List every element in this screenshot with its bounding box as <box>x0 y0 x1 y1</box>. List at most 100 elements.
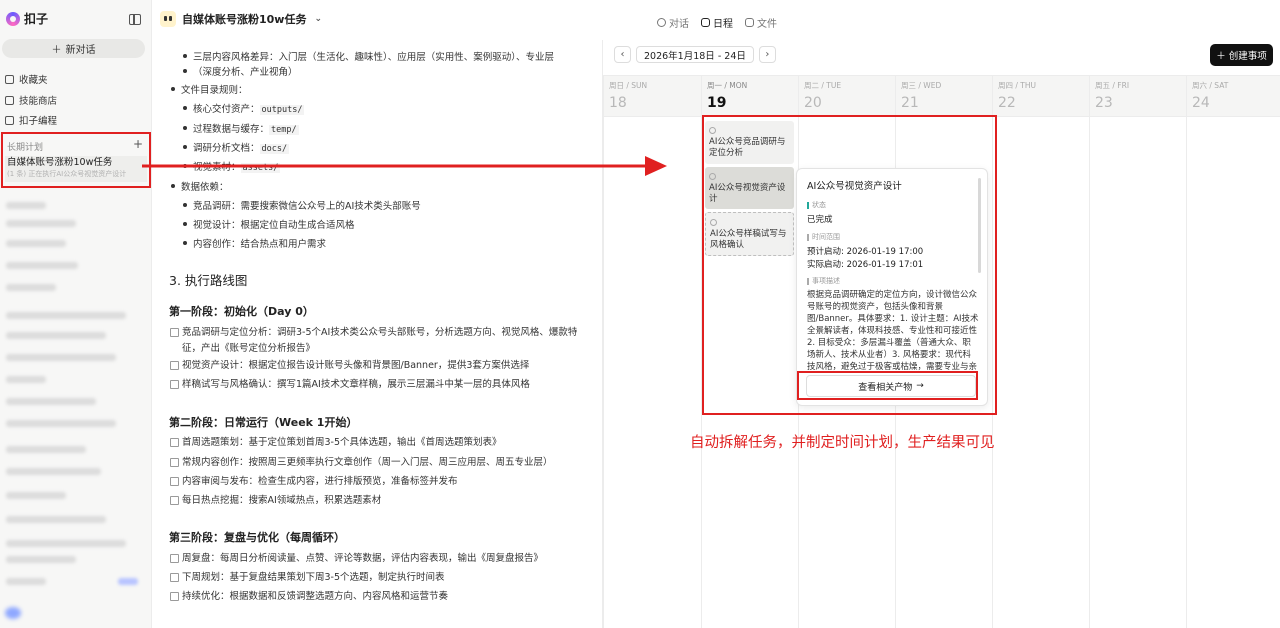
phase-heading: 第三阶段：复盘与优化（每周循环） <box>169 531 345 544</box>
checkbox[interactable] <box>170 554 179 563</box>
checkbox[interactable] <box>170 361 179 370</box>
checkbox[interactable] <box>170 380 179 389</box>
blurred-history-item[interactable] <box>6 540 126 547</box>
folder-icon <box>745 18 754 27</box>
inline-code: outputs/ <box>259 105 305 115</box>
task-checkbox-item[interactable]: 周复盘：每周日分析阅读量、点赞、评论等数据，评估内容表现，输出《周复盘报告》 <box>170 551 543 567</box>
store-icon <box>5 95 14 105</box>
blurred-history-item[interactable] <box>6 578 46 585</box>
day-number: 21 <box>901 95 919 111</box>
create-event-label: 创建事项 <box>1228 51 1267 62</box>
day-number: 23 <box>1095 95 1113 111</box>
user-avatar[interactable] <box>5 607 21 619</box>
next-week-button[interactable]: › <box>758 46 776 63</box>
checkbox[interactable] <box>170 438 179 447</box>
task-checkbox-item[interactable]: 内容审阅与发布：检查生成内容，进行排版预览，准备标签并发布 <box>170 474 458 490</box>
chat-bubble-icon <box>657 18 666 27</box>
task-checkbox-item[interactable]: 每日热点挖掘：搜索AI领域热点，积累选题素材 <box>170 493 381 509</box>
blurred-history-item[interactable] <box>6 446 86 453</box>
task-checkbox-item[interactable]: 样稿试写与风格确认：撰写1篇AI技术文章样稿，展示三层漏斗中某一层的具体风格 <box>170 377 530 393</box>
blurred-history-item[interactable] <box>6 332 106 339</box>
long-term-plan-highlight: 长期计划 + 自媒体账号涨粉10w任务 (1 条) 正在执行AI公众号视觉资产设… <box>1 132 151 188</box>
checkbox[interactable] <box>170 496 179 505</box>
blurred-history-item[interactable] <box>6 312 126 319</box>
task-text: 竞品调研与定位分析：调研3-5个AI技术类公众号头部账号，分析选题方向、视觉风格… <box>182 327 578 354</box>
tab-files[interactable]: 文件 <box>745 15 777 30</box>
checkbox[interactable] <box>170 573 179 582</box>
task-title: 自媒体账号涨粉10w任务 <box>182 13 307 26</box>
blurred-history-item[interactable] <box>6 468 101 475</box>
task-checkbox-item[interactable]: 下周规划：基于复盘结果策划下周3-5个选题，制定执行时间表 <box>170 570 445 586</box>
tab-label: 日程 <box>713 19 733 30</box>
task-checkbox-item[interactable]: 常规内容创作：按照周三更频率执行文章创作（周一入门层、周三应用层、周五专业层） <box>170 455 553 471</box>
coze-logo-icon <box>6 11 20 26</box>
sidebar-collapse-icon[interactable] <box>129 14 141 25</box>
day-column-fri[interactable]: 周五 / FRI 23 <box>1089 75 1186 628</box>
bullet-item: 三层内容风格差异：入门层（生活化、趣味性）、应用层（实用性、案例驱动）、专业层 <box>182 49 554 63</box>
task-text: 首周选题策划：基于定位策划首周3-5个具体选题，输出《首周选题策划表》 <box>182 437 502 448</box>
sidebar-item-skill-store[interactable]: 技能商店 <box>5 93 57 107</box>
brand-name: 扣子 <box>24 12 49 26</box>
task-title-dropdown[interactable]: 自媒体账号涨粉10w任务 ⌄ <box>160 11 322 27</box>
date-range-button[interactable]: 2026年1月18日 - 24日 <box>636 46 754 63</box>
blurred-history-item[interactable] <box>6 398 96 405</box>
blurred-history-item[interactable] <box>6 420 116 427</box>
day-name: 周一 / MON <box>707 81 748 90</box>
task-text: 常规内容创作：按照周三更频率执行文章创作（周一入门层、周三应用层、周五专业层） <box>182 457 553 468</box>
button-highlight-box <box>797 371 978 400</box>
task-checkbox-item[interactable]: 首周选题策划：基于定位策划首周3-5个具体选题，输出《首周选题策划表》 <box>170 435 502 451</box>
bullet-item: 内容创作：结合热点和用户需求 <box>182 236 326 250</box>
code-icon <box>5 115 14 125</box>
bullet-item: 竞品调研：需要搜索微信公众号上的AI技术类头部账号 <box>183 198 421 212</box>
task-checkbox-item[interactable]: 持续优化：根据数据和反馈调整选题方向、内容风格和运营节奏 <box>170 589 448 605</box>
blurred-history-item[interactable] <box>6 240 66 247</box>
bullet-item: 文件目录规则： <box>171 82 248 96</box>
blurred-history-item[interactable] <box>6 354 116 361</box>
day-column-sat[interactable]: 周六 / SAT 24 <box>1186 75 1280 628</box>
sidebar: 扣子 ＋ 新对话 收藏夹 技能商店 扣子编程 长期计划 + 自媒体账号涨粉10w… <box>0 0 152 628</box>
checkbox[interactable] <box>170 592 179 601</box>
task-text: 周复盘：每周日分析阅读量、点赞、评论等数据，评估内容表现，输出《周复盘报告》 <box>182 553 544 564</box>
section-heading: 3. 执行路线图 <box>169 273 248 288</box>
blurred-history-item[interactable] <box>6 516 106 523</box>
day-column-thu[interactable]: 周四 / THU 22 <box>992 75 1089 628</box>
sidebar-item-favorites[interactable]: 收藏夹 <box>5 72 48 86</box>
blurred-history-item[interactable] <box>6 284 56 291</box>
plan-item[interactable]: 自媒体账号涨粉10w任务 (1 条) 正在执行AI公众号视觉资产设计 <box>5 156 147 182</box>
blurred-history-item[interactable] <box>6 262 78 269</box>
checkbox[interactable] <box>170 477 179 486</box>
task-checkbox-item[interactable]: 竞品调研与定位分析：调研3-5个AI技术类公众号头部账号，分析选题方向、视觉风格… <box>170 325 590 357</box>
phase-heading: 第一阶段：初始化（Day 0） <box>169 305 314 318</box>
prev-week-button[interactable]: ‹ <box>614 46 631 63</box>
create-event-button[interactable]: ＋ 创建事项 <box>1210 44 1273 66</box>
sidebar-item-label: 技能商店 <box>19 96 58 107</box>
blurred-history-item[interactable] <box>6 492 66 499</box>
topbar: 自媒体账号涨粉10w任务 ⌄ 对话 日程 文件 <box>152 0 1280 40</box>
brand[interactable]: 扣子 <box>6 10 48 27</box>
tab-label: 文件 <box>757 19 777 30</box>
sidebar-item-coze-coding[interactable]: 扣子编程 <box>5 113 57 127</box>
new-chat-label: 新对话 <box>65 45 96 56</box>
tab-schedule[interactable]: 日程 <box>701 15 733 30</box>
new-chat-button[interactable]: ＋ 新对话 <box>2 39 145 58</box>
blurred-history-item[interactable] <box>6 220 76 227</box>
day-number: 22 <box>998 95 1016 111</box>
blurred-history-item[interactable] <box>6 556 76 563</box>
sidebar-item-label: 扣子编程 <box>19 116 58 127</box>
day-name: 周三 / WED <box>901 81 942 90</box>
bullet-item: 数据依赖： <box>171 179 229 193</box>
add-plan-icon[interactable]: + <box>133 137 143 151</box>
sidebar-item-label: 收藏夹 <box>19 75 48 86</box>
day-number: 20 <box>804 95 822 111</box>
task-checkbox-item[interactable]: 视觉资产设计：根据定位报告设计账号头像和背景图/Banner，提供3套方案供选择 <box>170 358 529 374</box>
bot-icon <box>160 11 176 27</box>
blurred-history-item[interactable] <box>6 376 46 383</box>
task-text: 下周规划：基于复盘结果策划下周3-5个选题，制定执行时间表 <box>182 572 445 583</box>
checkbox[interactable] <box>170 458 179 467</box>
day-name: 周四 / THU <box>998 81 1037 90</box>
blurred-history-item[interactable] <box>6 202 46 209</box>
bullet-continuation: （深度分析、产业视角） <box>183 64 298 78</box>
tab-chat[interactable]: 对话 <box>657 15 689 30</box>
checkbox[interactable] <box>170 328 179 337</box>
bullet-item: 视觉设计：根据定位自动生成合适风格 <box>183 217 355 231</box>
